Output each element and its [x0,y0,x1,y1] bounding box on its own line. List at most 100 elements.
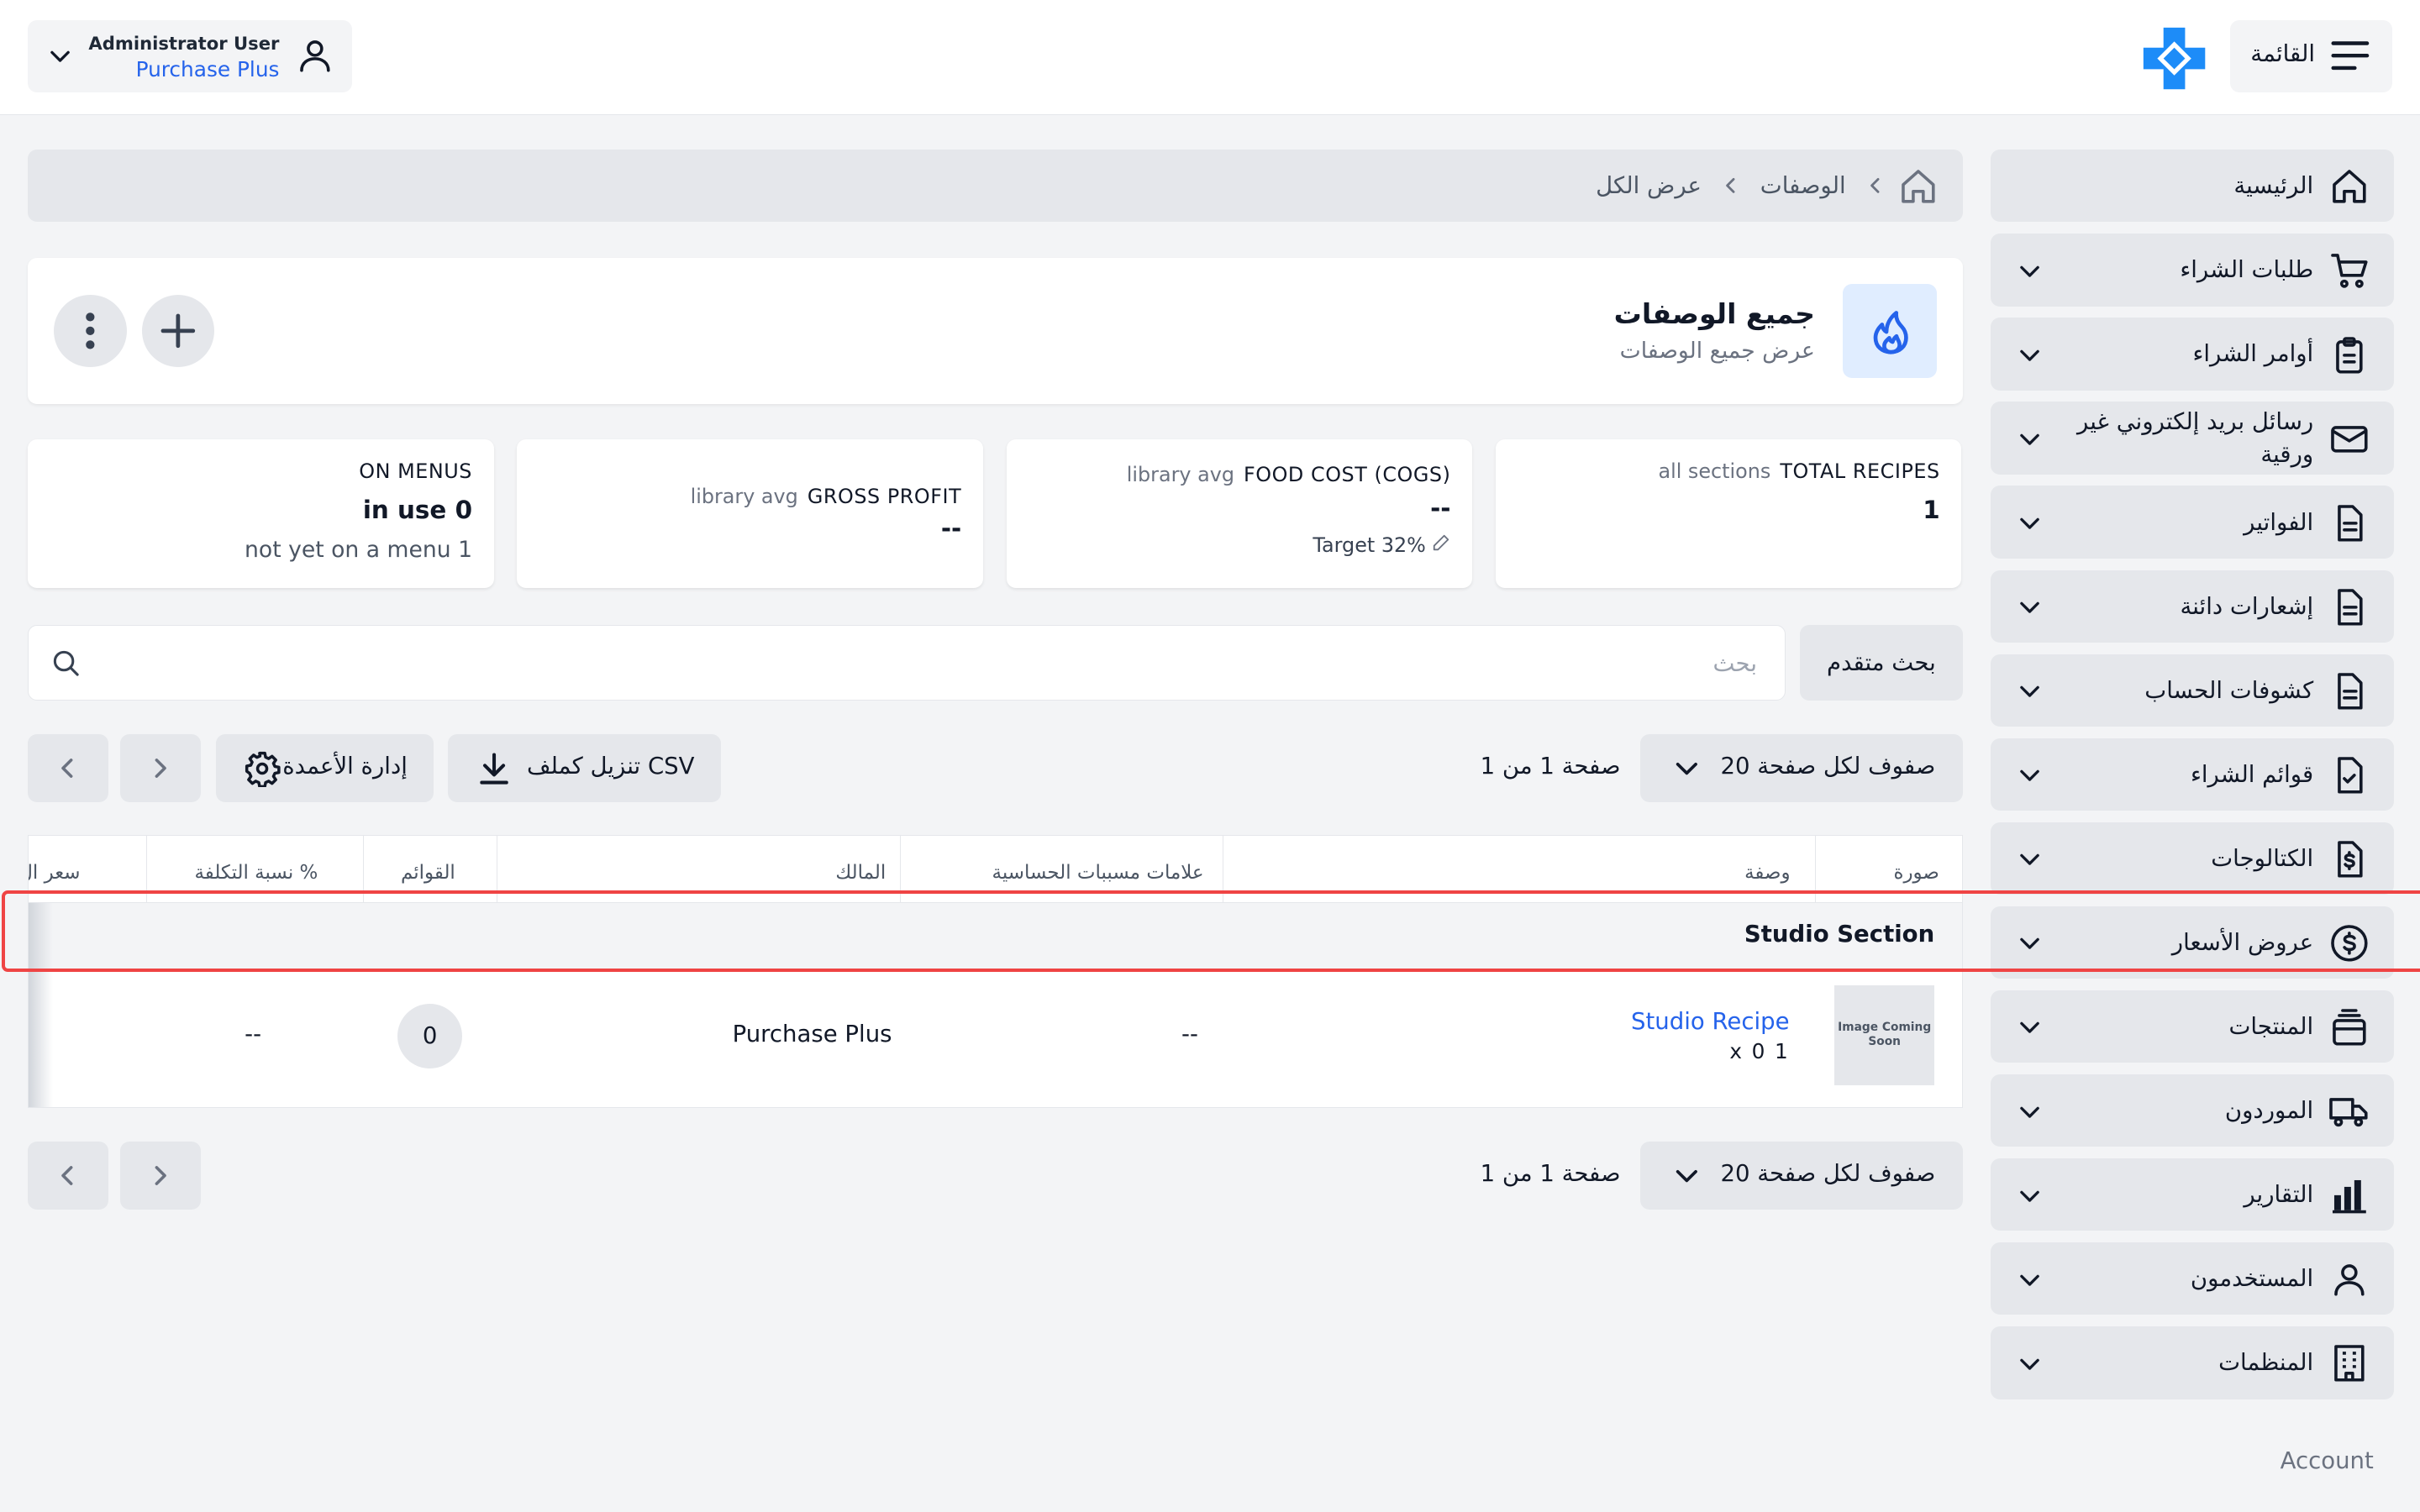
sidebar-item-users[interactable]: المستخدمون [1991,1242,2394,1315]
rows-per-page-label: 20 صفوف لكل صفحة [1720,1160,1936,1188]
column-header-allergens[interactable]: علامات مسببات الحساسية [901,835,1223,902]
chevron-down-icon [2019,1190,2039,1202]
download-csv-button[interactable]: تنزيل كملف CSV [447,734,721,803]
column-header-menus[interactable]: القوائم [364,835,498,902]
sidebar-item-label: التقارير [2244,1181,2314,1209]
stat-label: FOOD COST (COGS) [1243,463,1451,486]
breadcrumb-recipes[interactable]: الوصفات [1760,172,1846,199]
recipe-image-placeholder: Image Coming Soon [1833,984,1935,1086]
sidebar-item-label: كشوفات الحساب [2144,676,2314,704]
chevron-down-icon [2019,601,2039,613]
sidebar-item-suppliers[interactable]: الموردون [1991,1074,2394,1147]
sidebar-item-label: رسائل بريد إلكتروني غير ورقية [2077,407,2314,468]
column-header-cost-percent[interactable]: نسبة التكلفة % [147,835,364,902]
page-header-card: جميع الوصفات عرض جميع الوصفات [28,257,1964,405]
pencil-icon [1434,535,1449,551]
stat-food-cost: library avg FOOD COST (COGS) -- Target 32… [1006,439,1473,588]
sidebar-item-organisations[interactable]: المنظمات [1991,1326,2394,1399]
sidebar: الرئيسية طلبات الشراء أوامر الشراء رسائل… [1991,150,2394,1410]
page-info-bottom: صفحة 1 من 1 [1480,1160,1621,1188]
sidebar-item-label: المنتجات [2228,1013,2314,1041]
recipes-badge [1843,283,1938,378]
sidebar-item-quotes[interactable]: عروض الأسعار [1991,906,2394,979]
building-icon [2333,1345,2365,1383]
user-menu-button[interactable]: Administrator User Purchase Plus [28,19,352,93]
stat-qualifier: library avg [690,484,798,508]
chevron-down-icon [1676,1170,1698,1183]
home-icon [2332,170,2366,203]
page-title: جميع الوصفات [1613,297,1815,331]
chevron-down-icon [50,50,70,62]
sidebar-item-products[interactable]: المنتجات [1991,990,2394,1063]
rows-per-page-select[interactable]: 20 صفوف لكل صفحة [1640,734,1964,803]
sidebar-item-label: المنظمات [2218,1349,2314,1377]
sidebar-item-statements[interactable]: كشوفات الحساب [1991,654,2394,727]
advanced-search-button[interactable]: بحث متقدم [1799,624,1964,701]
more-actions-button[interactable] [54,294,127,368]
stat-gross-profit: library avg GROSS PROFIT -- [517,439,983,588]
user-icon [2333,1264,2365,1296]
column-header-recipe[interactable]: وصفة [1223,835,1816,902]
sidebar-item-purchase-lists[interactable]: قوائم الشراء [1991,738,2394,811]
next-page-button-bottom[interactable] [120,1142,201,1210]
mail-icon [2330,425,2368,453]
manage-columns-button[interactable]: إدارة الأعمدة [216,734,434,803]
top-bar: Administrator User Purchase Plus القائمة [0,0,2420,115]
user-organisation: Purchase Plus [135,56,280,81]
stat-value: -- [940,513,962,543]
truck-icon [2328,1098,2368,1127]
sidebar-item-credit-notes[interactable]: إشعارات دائنة [1991,570,2394,643]
hamburger-icon [2331,41,2370,71]
search-input[interactable] [105,625,1760,701]
column-header-image: صورة [1893,861,1939,884]
sidebar-item-home[interactable]: الرئيسية [1991,150,2394,223]
sidebar-item-purchase-orders[interactable]: أوامر الشراء [1991,318,2394,391]
stat-target[interactable]: Target 32% [1313,533,1450,558]
next-page-button[interactable] [120,734,201,803]
breadcrumb-view-all[interactable]: عرض الكل [1596,172,1702,199]
sidebar-item-reports[interactable]: التقارير [1991,1158,2394,1231]
chevron-down-icon [2019,1358,2039,1370]
chevron-down-icon [2019,265,2039,277]
sidebar-item-catalogs[interactable]: الكتالوجات [1991,822,2394,895]
cart-icon [2330,254,2368,289]
sidebar-item-label: الموردون [2224,1097,2314,1125]
previous-page-button[interactable] [28,734,108,803]
column-header-price[interactable]: سعر ال [29,835,148,902]
sidebar-item-label: الكتالوجات [2211,844,2314,872]
stat-target-label: Target 32% [1313,533,1426,558]
add-recipe-button[interactable] [141,294,215,368]
sidebar-item-invoices[interactable]: الفواتير [1991,486,2394,559]
user-icon [299,40,330,72]
recipe-quantity: x 0 1 [1729,1039,1790,1064]
sidebar-item-label: أوامر الشراء [2192,340,2314,368]
main-menu-button[interactable]: القائمة [2230,19,2392,93]
sidebar-item-label: الرئيسية [2233,172,2314,200]
chevron-left-icon [61,1166,73,1185]
menus-count-badge[interactable]: 0 [397,1003,463,1068]
search-icon [53,650,79,676]
chevron-down-icon [2019,938,2039,950]
chevron-down-icon [2019,1106,2039,1118]
stat-on-menus: ON MENUS in use 0 not yet on a menu 1 [28,439,494,588]
bar-chart-icon [2332,1180,2366,1214]
sidebar-item-paperless-emails[interactable]: رسائل بريد إلكتروني غير ورقية [1991,402,2394,475]
recipe-link[interactable]: Studio Recipe [1631,1008,1790,1035]
purchase-plus-logo[interactable] [2142,26,2207,91]
rows-per-page-select-bottom[interactable]: 20 صفوف لكل صفحة [1640,1142,1964,1210]
previous-page-button-bottom[interactable] [28,1142,108,1210]
chevron-down-icon [2019,854,2039,866]
sidebar-item-label: قوائم الشراء [2190,760,2314,788]
page-subtitle: عرض جميع الوصفات [1619,338,1815,365]
sidebar-item-requisitions[interactable]: طلبات الشراء [1991,234,2394,307]
image-placeholder-text: Image Coming Soon [1838,1021,1932,1049]
stat-value: in use 0 [362,495,473,524]
price-document-icon [2337,841,2363,878]
home-icon[interactable] [1898,166,1939,207]
cost-percent-cell: -- [245,1021,262,1048]
plus-icon [160,313,196,349]
download-csv-label: تنزيل كملف CSV [527,753,695,780]
chevron-down-icon [2019,769,2039,781]
column-header-owner[interactable]: المالك [497,835,901,902]
stat-note: not yet on a menu 1 [245,537,473,564]
